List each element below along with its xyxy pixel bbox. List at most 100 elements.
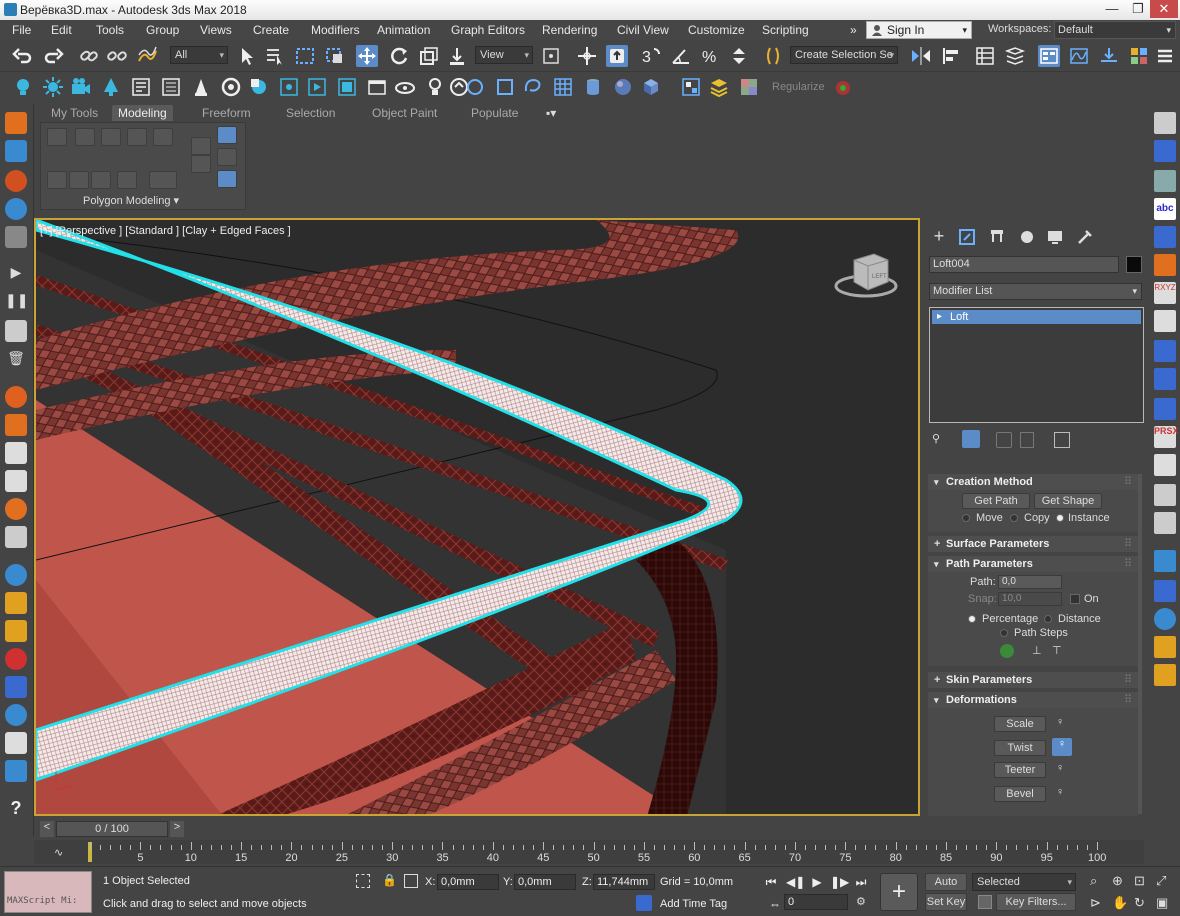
minimize-button[interactable]: — <box>1098 0 1126 18</box>
angle-snap-icon[interactable] <box>670 45 692 67</box>
render-setup-icon[interactable] <box>160 76 182 98</box>
circle-select-icon[interactable] <box>464 76 486 98</box>
sparkle-icon[interactable] <box>1154 664 1176 686</box>
copy-radio[interactable] <box>1010 514 1018 522</box>
toggle-ribbon-icon[interactable] <box>1038 45 1060 67</box>
flame-icon[interactable] <box>5 498 27 520</box>
tree-icon[interactable] <box>100 76 122 98</box>
time-config-icon[interactable]: ⚙ <box>856 895 870 909</box>
snaps-toggle-icon[interactable]: 3 <box>640 45 662 67</box>
link-chain-icon[interactable] <box>1154 368 1176 390</box>
lock-icon[interactable]: 🔒 <box>382 873 397 887</box>
bucket-icon[interactable] <box>5 592 27 614</box>
curve-editor-icon[interactable] <box>1068 45 1090 67</box>
menu-rendering[interactable]: Rendering <box>542 23 597 37</box>
modify-mode-icon[interactable] <box>47 171 67 189</box>
pflow-icon[interactable] <box>5 470 27 492</box>
object-name-field[interactable]: Loft004 <box>929 256 1119 273</box>
viewport-label[interactable]: [+] [Perspective ] [Standard ] [Clay + E… <box>40 225 291 237</box>
render-window-icon[interactable] <box>366 76 388 98</box>
globe-icon[interactable] <box>5 198 27 220</box>
help-icon[interactable]: ? <box>5 798 27 820</box>
menu-modifiers[interactable]: Modifiers <box>311 23 360 37</box>
shape-icon[interactable] <box>1154 254 1176 276</box>
play-animation-icon[interactable]: ▶ <box>808 873 826 891</box>
zoom-all-icon[interactable]: ⊕ <box>1112 873 1123 889</box>
orbit-icon[interactable]: ↻ <box>1134 895 1145 911</box>
select-by-name-icon[interactable] <box>264 45 286 67</box>
menu-civil-view[interactable]: Civil View <box>617 23 669 37</box>
surface-parameters-header[interactable]: Surface Parameters⠿ <box>928 536 1138 552</box>
box-icon[interactable] <box>640 76 662 98</box>
rings-icon[interactable] <box>1154 398 1176 420</box>
edit-named-selection-icon[interactable] <box>762 45 784 67</box>
bevel-deformation-button[interactable]: Bevel <box>994 786 1046 802</box>
active-shade-icon[interactable] <box>306 76 328 98</box>
menu-scripting[interactable]: Scripting <box>762 23 809 37</box>
path-steps-radio[interactable] <box>1000 629 1008 637</box>
x-coordinate-field[interactable]: 0,0mm <box>437 874 499 890</box>
list-icon[interactable] <box>1154 454 1176 476</box>
time-prev-button[interactable]: < <box>40 821 54 837</box>
next-frame-icon[interactable]: ❚▶ <box>830 873 849 891</box>
twist-deformation-button[interactable]: Twist <box>994 740 1046 756</box>
pan-icon[interactable]: ✋ <box>1112 895 1128 911</box>
plus-blue-icon[interactable] <box>1154 226 1176 248</box>
auto-key-button[interactable]: Auto Key <box>925 873 967 904</box>
select-object-icon[interactable] <box>236 45 258 67</box>
teeter-deformation-button[interactable]: Teeter <box>994 762 1046 778</box>
pause-icon[interactable]: ❚❚ <box>5 292 28 314</box>
ocean-icon[interactable] <box>5 760 27 782</box>
containers-icon[interactable] <box>680 76 702 98</box>
spinner-snap-icon[interactable] <box>728 45 750 67</box>
select-manipulate-icon[interactable] <box>576 45 598 67</box>
add-time-tag-label[interactable]: Add Time Tag <box>660 898 727 910</box>
show-end-result-icon[interactable] <box>962 430 980 448</box>
camera-icon[interactable] <box>70 76 92 98</box>
window-crossing-icon[interactable] <box>324 45 346 67</box>
rectangle-select-icon[interactable] <box>494 76 516 98</box>
mountain-icon[interactable] <box>5 732 27 754</box>
configure-modifier-sets-icon[interactable] <box>1054 432 1070 448</box>
sign-in-dropdown[interactable]: Sign In ▾ <box>866 21 972 39</box>
path-parameters-header[interactable]: Path Parameters⠿ <box>928 556 1138 572</box>
water-icon[interactable] <box>5 564 27 586</box>
cylinder-icon[interactable] <box>582 76 604 98</box>
modifier-stack-icon[interactable] <box>217 170 237 188</box>
use-soft-selection-icon[interactable] <box>117 171 137 189</box>
previous-frame-icon[interactable]: ◀❚ <box>786 873 805 891</box>
link-icon[interactable] <box>78 45 100 67</box>
trash-icon[interactable]: 🗑 <box>5 350 27 372</box>
view-cube-toggle-icon[interactable] <box>394 76 416 98</box>
toolbar-menu-icon[interactable] <box>1154 45 1176 67</box>
wave-icon[interactable] <box>5 704 27 726</box>
menu-edit[interactable]: Edit <box>51 23 72 37</box>
snap-on-checkbox[interactable] <box>1070 594 1080 604</box>
select-and-rotate-icon[interactable] <box>388 45 410 67</box>
pick-shape-icon[interactable] <box>1000 644 1014 658</box>
instance-radio[interactable] <box>1056 514 1064 522</box>
mirror-shape-icon[interactable] <box>1154 550 1176 572</box>
menu-tools[interactable]: Tools <box>96 23 124 37</box>
transform-mode-icon[interactable] <box>404 874 418 888</box>
uvw-icon[interactable] <box>1154 484 1176 506</box>
mirror-icon[interactable] <box>910 45 932 67</box>
menu-views[interactable]: Views <box>200 23 232 37</box>
distance-radio[interactable] <box>1044 615 1052 623</box>
select-and-place-icon[interactable] <box>446 45 468 67</box>
create-tab-icon[interactable]: + <box>928 226 950 248</box>
undo-icon[interactable] <box>12 45 34 67</box>
current-frame-field[interactable]: 0 <box>784 894 848 910</box>
teeter-bulb-icon[interactable]: ♀ <box>1056 762 1064 774</box>
symmetry-icon[interactable] <box>1154 340 1176 362</box>
tab-selection[interactable]: Selection <box>280 105 341 121</box>
unlink-icon[interactable] <box>106 45 128 67</box>
menu-animation[interactable]: Animation <box>377 23 430 37</box>
bevel-bulb-icon[interactable]: ♀ <box>1056 786 1064 798</box>
get-path-button[interactable]: Get Path <box>962 493 1030 509</box>
display-tab-icon[interactable] <box>1044 226 1066 248</box>
text-icon[interactable]: abc <box>1154 198 1176 220</box>
key-mode-icon[interactable]: ⇔ <box>766 895 784 913</box>
zoom-extents-all-icon[interactable]: ⤢ <box>1156 873 1166 889</box>
vertex-mode-icon[interactable] <box>47 128 67 146</box>
